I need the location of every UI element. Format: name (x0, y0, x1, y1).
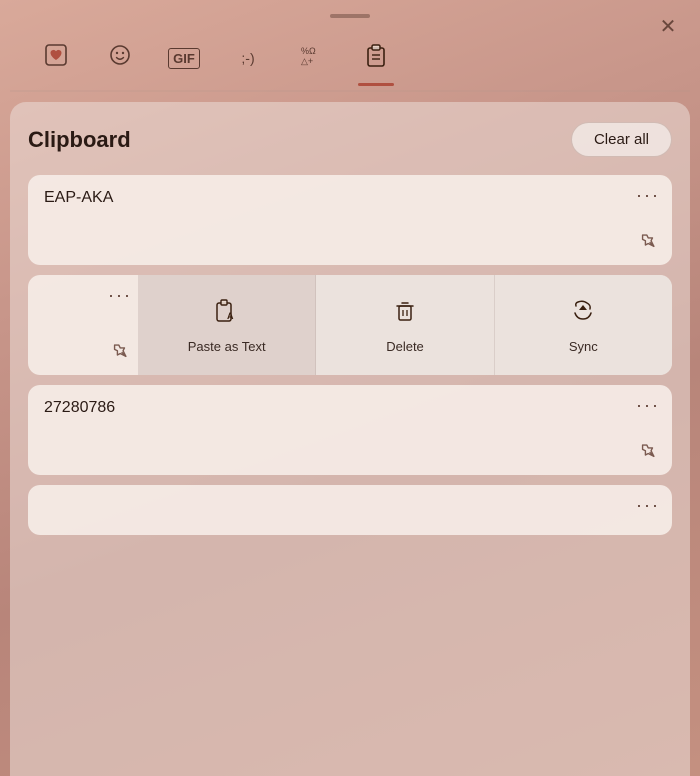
svg-text:A: A (227, 311, 234, 321)
delete-option[interactable]: Delete (316, 275, 494, 375)
drag-bar (330, 14, 370, 18)
drag-handle[interactable] (0, 0, 700, 28)
clear-all-button[interactable]: Clear all (571, 122, 672, 157)
svg-text:△+: △+ (301, 56, 313, 66)
clipboard-item-2-more[interactable]: ··· (108, 285, 132, 306)
close-button[interactable]: ✕ (650, 8, 686, 44)
tab-kaomoji[interactable]: ;-) (222, 32, 274, 84)
clipboard-item-4-more[interactable]: ··· (636, 495, 660, 516)
sync-label: Sync (569, 339, 598, 354)
clipboard-item-1-text: EAP-AKA (44, 189, 113, 206)
tab-symbols[interactable]: %Ω △+ (286, 32, 338, 84)
clipboard-item-1: EAP-AKA ··· (28, 175, 672, 265)
content-area: Clipboard Clear all EAP-AKA ··· ··· (10, 102, 690, 776)
clipboard-item-3-more[interactable]: ··· (636, 395, 660, 416)
tab-emoji[interactable] (94, 32, 146, 84)
clipboard-item-2-context-menu: A Paste as Text (138, 275, 672, 375)
clipboard-item-3-text: 27280786 (44, 399, 115, 416)
delete-label: Delete (386, 339, 424, 354)
paste-as-text-icon: A (213, 297, 241, 331)
tab-gif[interactable]: GIF (158, 32, 210, 84)
sync-option[interactable]: Sync (495, 275, 672, 375)
paste-as-text-option[interactable]: A Paste as Text (138, 275, 316, 375)
tab-bar: GIF ;-) %Ω △+ (0, 32, 700, 84)
emoji-panel: ✕ GIF (0, 0, 700, 776)
svg-text:%Ω: %Ω (301, 46, 316, 56)
clipboard-item-1-pin[interactable] (634, 227, 666, 259)
delete-icon (391, 297, 419, 331)
close-icon: ✕ (660, 14, 677, 39)
clipboard-item-2-pin[interactable] (106, 337, 138, 369)
emoji-icon (107, 42, 133, 74)
gif-icon: GIF (168, 48, 200, 69)
stickers-icon (43, 42, 69, 74)
tab-stickers[interactable] (30, 32, 82, 84)
clipboard-item-3-pin[interactable] (634, 437, 666, 469)
kaomoji-icon: ;-) (241, 50, 254, 66)
clipboard-title: Clipboard (28, 127, 131, 153)
clipboard-item-1-more[interactable]: ··· (636, 185, 660, 206)
sync-icon (569, 297, 597, 331)
clipboard-icon (363, 42, 389, 74)
clipboard-item-3: 27280786 ··· (28, 385, 672, 475)
clipboard-item-4: ··· (28, 485, 672, 535)
tab-clipboard[interactable] (350, 32, 402, 84)
clipboard-item-2-left: ··· (28, 275, 138, 375)
clipboard-item-2: ··· A (28, 275, 672, 375)
symbols-icon: %Ω △+ (299, 42, 325, 74)
clipboard-header: Clipboard Clear all (28, 122, 672, 157)
paste-as-text-label: Paste as Text (188, 339, 266, 354)
